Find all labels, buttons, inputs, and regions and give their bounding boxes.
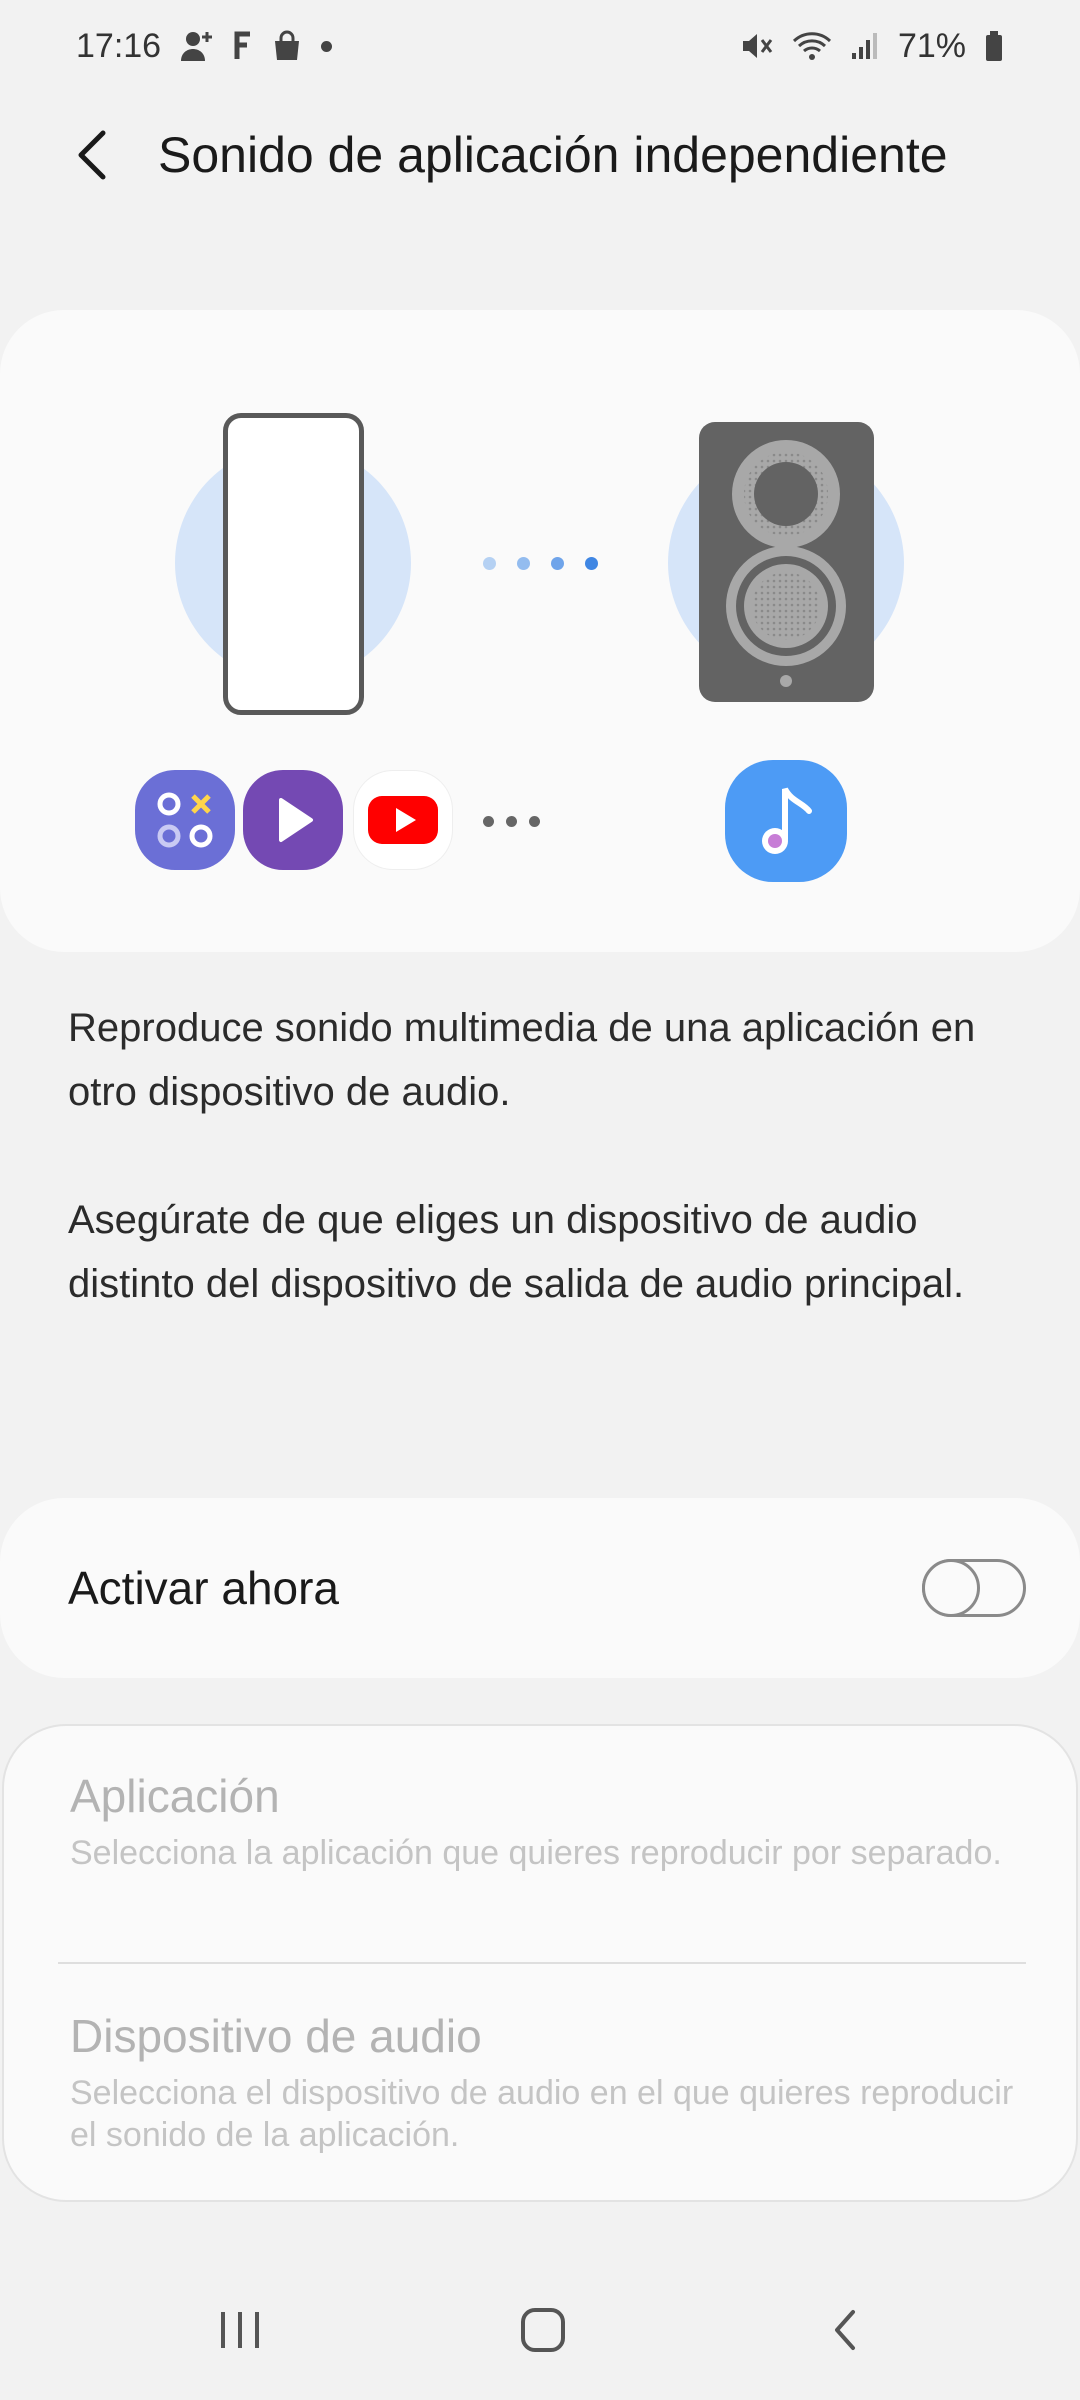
recent-apps-button[interactable] xyxy=(200,2300,280,2360)
phone-icon xyxy=(223,413,364,715)
status-right: 71% xyxy=(740,27,1004,66)
play-icon xyxy=(243,770,343,870)
battery-percent: 71% xyxy=(897,26,966,65)
app-setting-title: Aplicación xyxy=(70,1770,280,1822)
status-bar: 17:16 71% xyxy=(0,0,1080,92)
chevron-left-icon xyxy=(78,130,106,180)
activate-now-label: Activar ahora xyxy=(68,1562,340,1614)
audio-device-setting-subtitle: Selecciona el dispositivo de audio en el… xyxy=(70,2074,1014,2154)
activate-now-switch[interactable] xyxy=(922,1559,1026,1617)
signal-icon xyxy=(850,31,880,61)
page-title: Sonido de aplicación independiente xyxy=(158,127,948,183)
illustration-card xyxy=(0,310,1080,952)
game-launcher-icon xyxy=(135,770,235,870)
more-dots-icon xyxy=(483,816,540,827)
speaker-icon xyxy=(699,422,874,702)
wifi-icon xyxy=(792,30,832,62)
navigation-bar xyxy=(0,2280,1080,2380)
app-header: Sonido de aplicación independiente xyxy=(0,110,1080,200)
activate-now-row[interactable]: Activar ahora xyxy=(0,1498,1080,1678)
connection-dot xyxy=(483,557,496,570)
notification-dot-icon xyxy=(321,40,333,52)
description-paragraph-1: Reproduce sonido multimedia de una aplic… xyxy=(68,1006,976,1114)
f-icon xyxy=(233,31,253,61)
list-item-audio-device[interactable]: Dispositivo de audio Selecciona el dispo… xyxy=(70,2008,1030,2156)
app-setting-subtitle: Selecciona la aplicación que quieres rep… xyxy=(70,1834,1002,1872)
home-button[interactable] xyxy=(503,2300,583,2360)
youtube-icon xyxy=(353,770,453,870)
connection-dot xyxy=(551,557,564,570)
connection-dot xyxy=(585,557,598,570)
mute-icon xyxy=(740,30,774,62)
list-item-app[interactable]: Aplicación Selecciona la aplicación que … xyxy=(70,1768,1030,1874)
recent-apps-icon xyxy=(221,2312,259,2348)
divider xyxy=(58,1962,1026,1964)
connection-dot xyxy=(517,557,530,570)
music-note-icon xyxy=(725,760,847,882)
battery-icon xyxy=(984,30,1004,62)
person-add-icon xyxy=(179,29,215,63)
nav-back-button[interactable] xyxy=(805,2300,885,2360)
settings-list: Aplicación Selecciona la aplicación que … xyxy=(2,1724,1078,2202)
home-icon xyxy=(521,2308,565,2352)
back-button[interactable] xyxy=(58,120,128,190)
switch-knob xyxy=(922,1559,980,1617)
connection-dots xyxy=(483,557,598,570)
status-left: 17:16 xyxy=(76,26,333,66)
shopping-bag-icon xyxy=(271,30,303,62)
audio-device-setting-title: Dispositivo de audio xyxy=(70,2010,482,2062)
back-icon xyxy=(835,2310,855,2350)
status-time: 17:16 xyxy=(76,26,162,65)
description-paragraph-2: Asegúrate de que eliges un dispositivo d… xyxy=(68,1198,965,1306)
